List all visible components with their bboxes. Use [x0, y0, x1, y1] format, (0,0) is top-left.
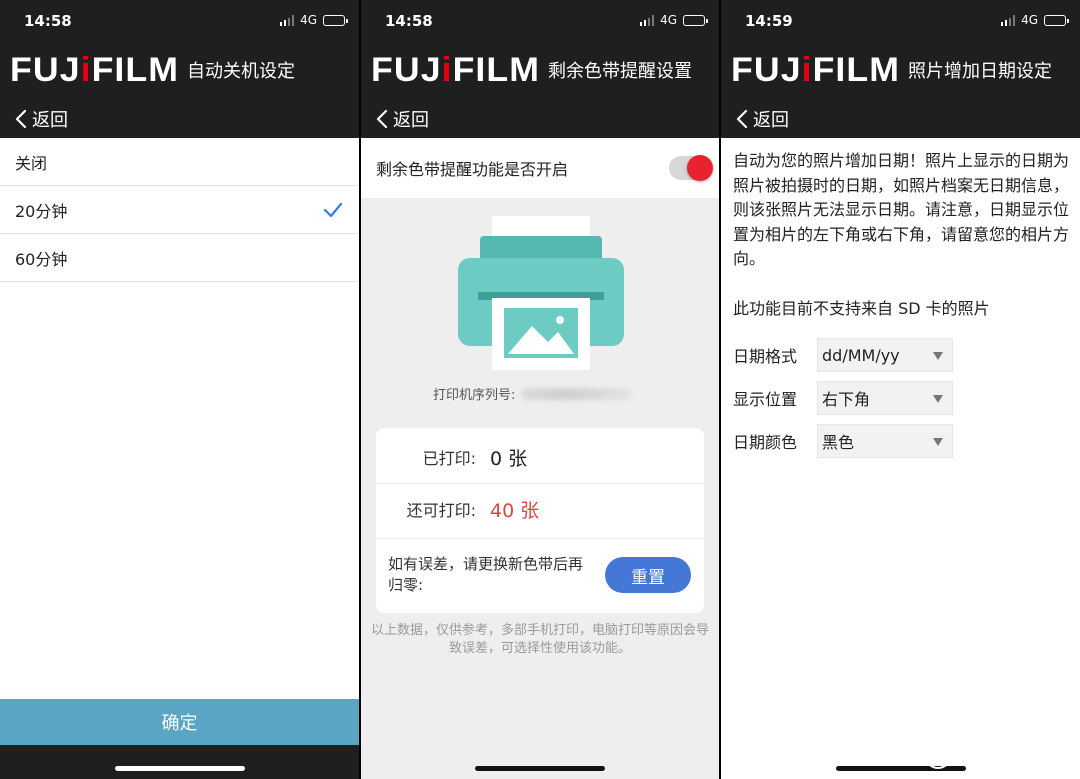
shutdown-options: 关闭 20分钟 60分钟 [0, 138, 359, 282]
option-60min[interactable]: 60分钟 [0, 234, 359, 282]
back-button[interactable]: 返回 [375, 106, 429, 132]
watermark-text: 什么值得买 [957, 745, 1068, 770]
screen-date-stamp: 14:59 4G FUJ i FILM 照片增加日期设定 返回 自动为您的照片增加日… [721, 0, 1080, 779]
screen-ribbon-reminder: 14:58 4G FUJ i FILM 剩余色带提醒设置 返回 剩余色带提醒功能是否… [361, 0, 719, 779]
toggle-label: 剩余色带提醒功能是否开启 [376, 160, 569, 179]
printed-value: 0 张 [490, 447, 528, 470]
watermark: 值 什么值得买 [923, 739, 1068, 771]
page-title: 剩余色带提醒设置 [548, 61, 692, 82]
status-bar: 14:58 4G [361, 0, 719, 44]
back-label: 返回 [393, 110, 429, 131]
network-label: 4G [660, 13, 677, 27]
position-row: 显示位置 右下角 [733, 381, 953, 415]
date-format-row: 日期格式 dd/MM/yy [733, 338, 953, 372]
print-count-card: 已打印: 0 张 还可打印: 40 张 如有误差，请更换新色带后再归零: 重置 [376, 428, 704, 613]
remaining-row: 还可打印: 40 张 [376, 488, 704, 530]
checkmark-icon [323, 202, 343, 218]
back-label: 返回 [753, 110, 789, 131]
back-button[interactable]: 返回 [14, 106, 68, 132]
disclaimer-text: 以上数据，仅供参考，多部手机打印，电脑打印等原因会导致误差，可选择性使用该功能。 [371, 623, 710, 656]
fujifilm-logo: FUJ i FILM [731, 51, 901, 89]
option-off[interactable]: 关闭 [0, 138, 359, 186]
chevron-left-icon [15, 109, 27, 129]
status-time: 14:58 [385, 12, 433, 30]
sd-card-notice: 此功能目前不支持来自 SD 卡的照片 [733, 299, 990, 318]
date-description: 自动为您的照片增加日期！照片上显示的日期为照片被拍摄时的日期，如照片档案无日期信… [733, 151, 1070, 268]
date-color-select[interactable]: 黑色 [817, 424, 953, 458]
home-indicator[interactable] [475, 766, 605, 771]
reset-button[interactable]: 重置 [605, 557, 691, 593]
printer-serial: 打印机序列号: [433, 384, 632, 403]
status-bar: 14:58 4G [0, 0, 359, 44]
signal-icon [639, 14, 655, 26]
fujifilm-logo: FUJ i FILM [10, 51, 180, 89]
page-title: 自动关机设定 [187, 61, 295, 82]
back-label: 返回 [32, 110, 68, 131]
reminder-toggle-row: 剩余色带提醒功能是否开启 [361, 138, 719, 198]
position-select[interactable]: 右下角 [817, 381, 953, 415]
serial-redacted [521, 387, 632, 400]
status-bar: 14:59 4G [721, 0, 1080, 44]
watermark-badge: 值 [923, 741, 952, 769]
signal-icon [279, 14, 295, 26]
screen-auto-shutdown: 14:58 4G FUJ i FILM 自动关机设定 返回 关闭 20分钟 60分钟… [0, 0, 359, 779]
status-time: 14:58 [24, 12, 72, 30]
dropdown-arrow-icon [933, 352, 943, 360]
network-label: 4G [1021, 13, 1038, 27]
option-20min[interactable]: 20分钟 [0, 186, 359, 234]
chevron-left-icon [376, 109, 388, 129]
chevron-left-icon [736, 109, 748, 129]
confirm-button[interactable]: 确定 [0, 699, 359, 745]
battery-icon [323, 14, 348, 26]
home-indicator[interactable] [114, 766, 245, 771]
reset-note: 如有误差，请更换新色带后再归零: [388, 555, 584, 594]
printed-row: 已打印: 0 张 [376, 436, 704, 478]
date-color-row: 日期颜色 黑色 [733, 424, 953, 458]
battery-icon [1044, 14, 1069, 26]
remaining-value: 40 张 [490, 499, 540, 522]
status-time: 14:59 [745, 12, 793, 30]
battery-icon [683, 14, 708, 26]
reminder-toggle-switch[interactable] [669, 155, 713, 181]
date-format-select[interactable]: dd/MM/yy [817, 338, 953, 372]
page-title: 照片增加日期设定 [908, 61, 1052, 82]
fujifilm-logo: FUJ i FILM [371, 51, 541, 89]
dropdown-arrow-icon [933, 395, 943, 403]
printer-icon [458, 216, 624, 370]
dropdown-arrow-icon [933, 438, 943, 446]
back-button[interactable]: 返回 [735, 106, 789, 132]
signal-icon [1000, 14, 1016, 26]
network-label: 4G [300, 13, 317, 27]
